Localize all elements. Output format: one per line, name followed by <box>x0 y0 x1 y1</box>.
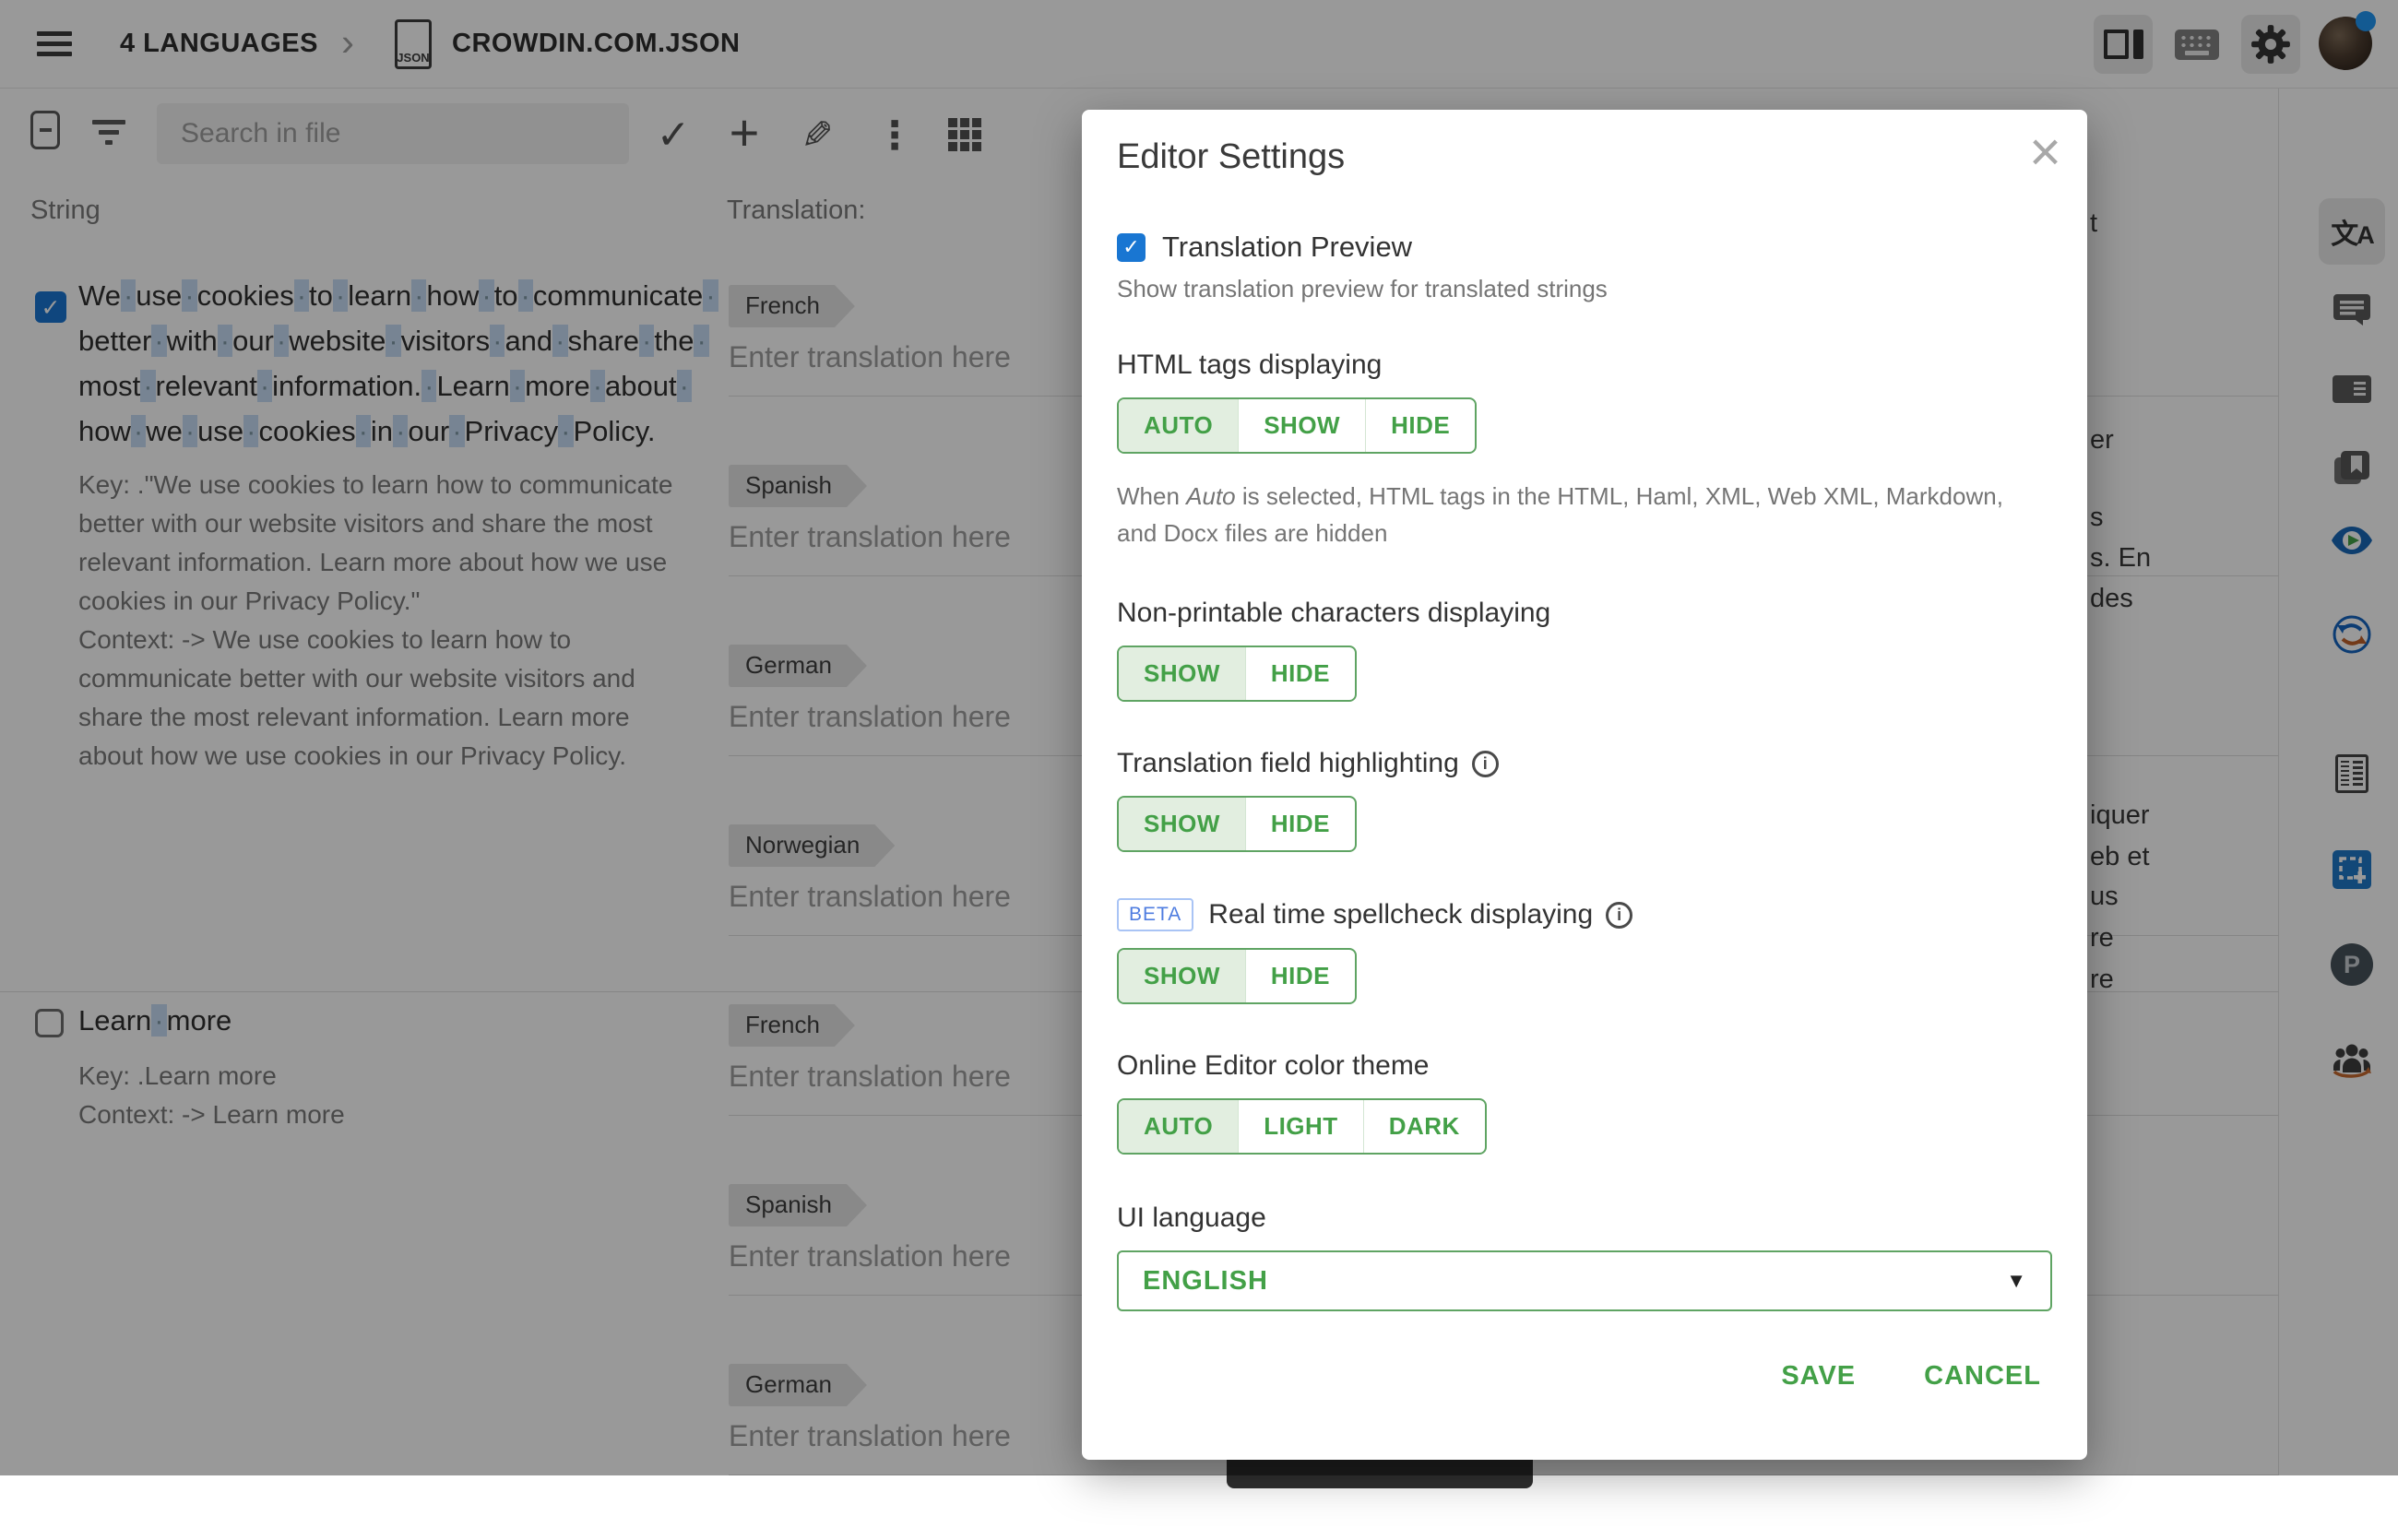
close-icon[interactable]: × <box>2029 124 2061 180</box>
modal-title: Editor Settings <box>1117 110 2052 177</box>
option-auto[interactable]: AUTO <box>1119 399 1238 452</box>
setting-title: Non-printable characters displaying <box>1117 598 1550 629</box>
info-icon[interactable]: i <box>1606 902 1632 929</box>
translation-preview-row: ✓ Translation Preview <box>1117 231 2052 264</box>
setting-title: HTML tags displaying <box>1117 349 1382 381</box>
ui-language-value: ENGLISH <box>1143 1266 1268 1297</box>
editor-settings-modal: Editor Settings × ✓ Translation Preview … <box>1082 110 2087 1460</box>
option-hide[interactable]: HIDE <box>1245 798 1355 850</box>
setting-title: Real time spellcheck displaying <box>1208 899 1593 930</box>
settings-section: HTML tags displaying AUTOSHOWHIDE When Aut… <box>1117 349 2052 551</box>
modal-actions: SAVE CANCEL <box>1117 1361 2052 1392</box>
translation-preview-checkbox[interactable]: ✓ <box>1117 233 1146 262</box>
option-show[interactable]: SHOW <box>1238 399 1365 452</box>
option-light[interactable]: LIGHT <box>1238 1100 1363 1153</box>
option-auto[interactable]: AUTO <box>1119 1100 1238 1153</box>
segmented-control: AUTOSHOWHIDE <box>1117 397 1477 454</box>
segmented-control: SHOWHIDE <box>1117 948 1357 1004</box>
ui-language-select[interactable]: ENGLISH ▼ <box>1117 1250 2052 1311</box>
settings-section: Non-printable characters displaying SHOWH… <box>1117 598 2052 702</box>
translation-preview-description: Show translation preview for translated … <box>1117 275 2052 303</box>
ui-language-label: UI language <box>1117 1202 2052 1234</box>
option-dark[interactable]: DARK <box>1363 1100 1485 1153</box>
option-show[interactable]: SHOW <box>1119 950 1245 1002</box>
settings-section: BETA Real time spellcheck displaying i SHOW… <box>1117 898 2052 1004</box>
beta-badge: BETA <box>1117 898 1193 931</box>
cancel-button[interactable]: CANCEL <box>1924 1361 2041 1392</box>
translation-preview-label: Translation Preview <box>1162 231 1412 264</box>
setting-title: Translation field highlighting <box>1117 748 1459 779</box>
chevron-down-icon: ▼ <box>2006 1269 2026 1293</box>
option-hide[interactable]: HIDE <box>1245 647 1355 700</box>
segmented-control: SHOWHIDE <box>1117 646 1357 702</box>
option-hide[interactable]: HIDE <box>1245 950 1355 1002</box>
info-icon[interactable]: i <box>1472 751 1499 777</box>
segmented-control: SHOWHIDE <box>1117 796 1357 852</box>
segmented-control: AUTOLIGHTDARK <box>1117 1098 1487 1155</box>
save-button[interactable]: SAVE <box>1781 1361 1856 1392</box>
setting-help-text: When Auto is selected, HTML tags in the … <box>1117 478 2032 551</box>
setting-title: Online Editor color theme <box>1117 1050 1430 1082</box>
option-hide[interactable]: HIDE <box>1365 399 1475 452</box>
option-show[interactable]: SHOW <box>1119 647 1245 700</box>
settings-section: Online Editor color theme AUTOLIGHTDARK <box>1117 1050 2052 1155</box>
settings-section: Translation field highlighting i SHOWHIDE <box>1117 748 2052 852</box>
option-show[interactable]: SHOW <box>1119 798 1245 850</box>
